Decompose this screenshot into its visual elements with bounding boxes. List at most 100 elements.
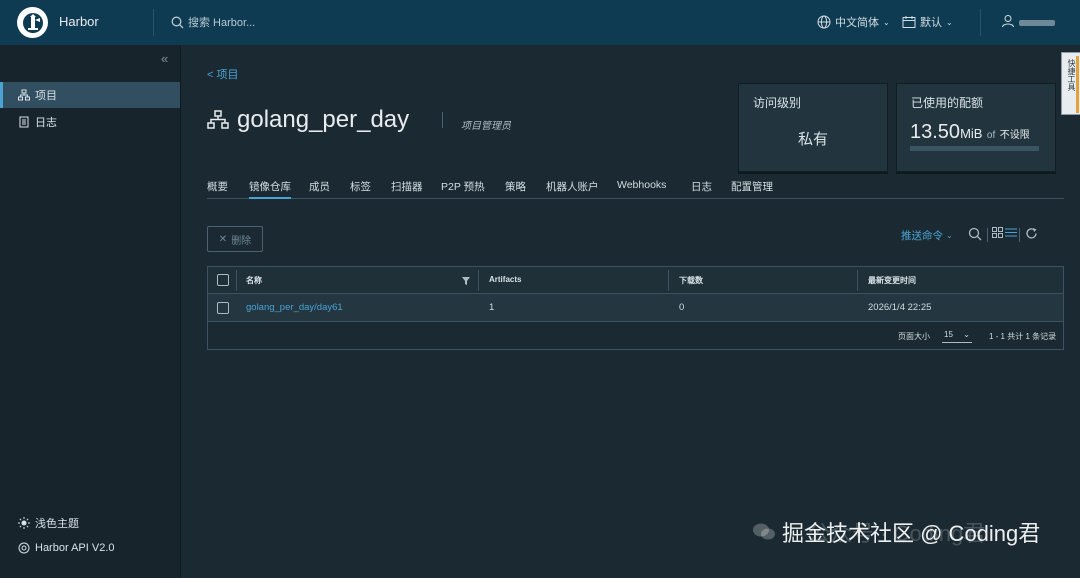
language-label: 中文简体 (835, 17, 879, 29)
search-icon (171, 16, 184, 28)
delete-button[interactable]: ✕ 删除 (207, 226, 263, 252)
wechat-icon (753, 523, 775, 540)
brand-name[interactable]: Harbor (59, 14, 99, 29)
toolbar-divider (1019, 228, 1020, 242)
quota-of: of (986, 130, 996, 141)
project-tabs: 概要 镜像仓库 成员 标签 扫描器 P2P 预热 策略 机器人账户 Webhoo… (207, 179, 1064, 199)
sidebar: « 项目 日志 浅色主题 Harbor API V2.0 (0, 45, 181, 578)
header-divider (153, 9, 154, 36)
tab-scanner[interactable]: 扫描器 (391, 179, 423, 199)
page-title: golang_per_day (207, 106, 409, 134)
row-checkbox[interactable] (217, 302, 229, 314)
repositories-table: 名称 Artifacts 下载数 最新变更时间 golang_per_day/d… (207, 266, 1064, 350)
select-all-checkbox[interactable] (217, 274, 229, 286)
project-name: golang_per_day (237, 106, 410, 133)
header-divider (980, 9, 981, 36)
project-role: 项目管理员 (461, 121, 511, 132)
search-button[interactable] (968, 227, 982, 241)
tab-labels[interactable]: 标签 (350, 179, 371, 199)
sidebar-item-logs[interactable]: 日志 (0, 109, 180, 135)
watermark-text: 掘金技术社区 @ Coding君 (782, 521, 1041, 546)
sidebar-item-projects[interactable]: 项目 (0, 82, 180, 108)
last-modified: 2026/1/4 22:25 (868, 302, 932, 313)
watermark: 掘金技术社区 @ Coding君 (752, 516, 1040, 548)
close-icon: ✕ (218, 233, 228, 245)
access-level-card: 访问级别 私有 (738, 83, 888, 172)
access-level-title: 访问级别 (753, 96, 802, 110)
push-command-label: 推送命令 (901, 230, 943, 242)
tab-members[interactable]: 成员 (309, 179, 330, 199)
theme-selector[interactable]: 默认 ⌄ (902, 14, 953, 30)
push-command-dropdown[interactable]: 推送命令 ⌄ (901, 228, 953, 243)
harbor-logo-icon[interactable] (17, 7, 48, 38)
username-redacted (1019, 19, 1055, 26)
page-size-label: 页面大小 (898, 332, 930, 341)
calendar-icon (902, 16, 916, 28)
toolbar-divider (987, 228, 988, 242)
artifacts-count: 1 (489, 302, 495, 313)
column-divider (236, 270, 237, 291)
top-header: Harbor 搜索 Harbor... 中文简体 ⌄ 默认 ⌄ (0, 0, 1080, 45)
theme-label: 默认 (920, 17, 942, 29)
list-view-icon[interactable] (1005, 227, 1017, 238)
chevron-down-icon: ⌄ (883, 17, 890, 27)
tab-policy[interactable]: 策略 (505, 179, 526, 199)
table-row[interactable]: golang_per_day/day61 1 0 2026/1/4 22:25 (208, 294, 1063, 322)
project-icon (207, 110, 229, 129)
column-divider (857, 270, 858, 291)
title-divider (442, 112, 443, 128)
view-toggle[interactable] (992, 227, 1017, 238)
user-icon (1002, 15, 1014, 28)
light-theme-label: 浅色主题 (35, 518, 79, 530)
light-theme-toggle[interactable]: 浅色主题 (18, 515, 79, 531)
harbor-api-label: Harbor API V2.0 (35, 542, 115, 554)
sun-icon (18, 517, 30, 529)
global-search[interactable]: 搜索 Harbor... (171, 14, 255, 30)
api-icon (18, 542, 30, 554)
chevron-down-icon: ⌄ (946, 231, 953, 240)
quota-usage: 13.50MiB of 不设限 (910, 121, 1030, 144)
column-header-updated[interactable]: 最新变更时间 (868, 275, 916, 286)
quota-value: 13.50 (910, 121, 961, 143)
tab-summary[interactable]: 概要 (207, 179, 228, 199)
pagination-info: 1 - 1 共计 1 条记录 (989, 332, 1057, 341)
tab-logs[interactable]: 日志 (691, 179, 712, 199)
refresh-icon (1026, 228, 1037, 239)
search-input[interactable]: 搜索 Harbor... (188, 14, 255, 30)
refresh-button[interactable] (1025, 227, 1038, 240)
quota-limit: 不设限 (999, 130, 1030, 141)
sidebar-item-label: 项目 (35, 90, 57, 102)
sidebar-item-label: 日志 (35, 117, 57, 129)
floating-side-tab[interactable]: 快捷工具 (1061, 52, 1080, 115)
column-divider (478, 270, 479, 291)
quota-unit: MiB (960, 126, 983, 141)
page-size-select[interactable]: 15 ⌄ (942, 327, 972, 343)
table-header: 名称 Artifacts 下载数 最新变更时间 (208, 267, 1063, 294)
breadcrumb-projects[interactable]: < 项目 (207, 66, 238, 82)
column-header-name[interactable]: 名称 (246, 275, 262, 286)
access-level-value: 私有 (797, 131, 828, 148)
page-size-value: 15 (944, 330, 953, 339)
download-count: 0 (679, 302, 685, 313)
side-tab-accent (1076, 56, 1079, 113)
quota-title: 已使用的配额 (911, 96, 984, 110)
chevron-down-icon: ⌄ (963, 330, 970, 339)
tab-p2p-preheat[interactable]: P2P 预热 (441, 179, 485, 199)
grid-view-icon[interactable] (992, 227, 1003, 238)
collapse-sidebar-icon[interactable]: « (161, 51, 168, 66)
column-header-artifacts[interactable]: Artifacts (489, 275, 521, 284)
quota-card: 已使用的配额 13.50MiB of 不设限 (896, 83, 1056, 172)
repository-name-link[interactable]: golang_per_day/day61 (246, 302, 343, 313)
filter-icon[interactable] (462, 277, 470, 285)
chevron-down-icon: ⌄ (946, 17, 953, 27)
column-header-downloads[interactable]: 下载数 (679, 275, 703, 286)
language-selector[interactable]: 中文简体 ⌄ (817, 14, 890, 30)
tab-repositories[interactable]: 镜像仓库 (249, 179, 291, 199)
projects-icon (18, 89, 30, 101)
tab-robot-accounts[interactable]: 机器人账户 (546, 179, 599, 199)
tab-configuration[interactable]: 配置管理 (731, 179, 773, 199)
log-icon (19, 116, 29, 128)
user-menu[interactable] (1001, 14, 1055, 28)
harbor-api-link[interactable]: Harbor API V2.0 (18, 542, 115, 554)
tab-webhooks[interactable]: Webhooks (617, 179, 666, 199)
